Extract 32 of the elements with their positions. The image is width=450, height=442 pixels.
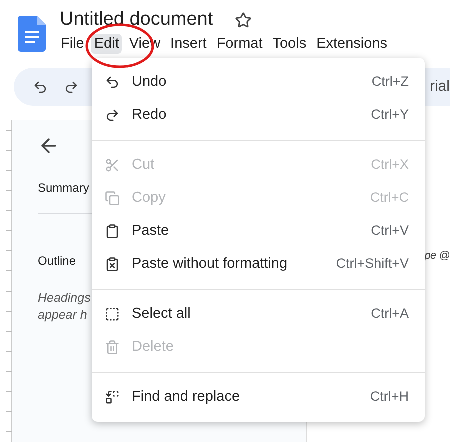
menu-item[interactable]: Select all Ctrl+A	[92, 298, 425, 331]
summary-label: Summary	[38, 180, 90, 197]
outline-label: Outline	[38, 253, 76, 270]
menu-bar-item[interactable]: Extensions	[314, 34, 391, 54]
document-title[interactable]: Untitled document	[60, 7, 214, 33]
menu-bar-item[interactable]: Tools	[270, 34, 310, 54]
undo-icon	[105, 75, 120, 90]
menu-bar-item[interactable]: Insert	[168, 34, 210, 54]
menu-bar-item[interactable]: Edit	[91, 34, 122, 54]
menu-item[interactable]: Paste without formatting Ctrl+Shift+V	[92, 248, 425, 281]
redo-icon[interactable]	[64, 80, 79, 94]
trash-icon	[105, 340, 120, 355]
clipboard-x-icon	[105, 257, 120, 272]
undo-icon[interactable]	[33, 80, 48, 94]
menu-item[interactable]: Paste Ctrl+V	[92, 215, 425, 248]
menu-bar-item[interactable]: Format	[214, 34, 266, 54]
outline-hint: Headings	[38, 290, 91, 307]
redo-icon	[105, 108, 120, 123]
menu-item[interactable]: Find and replace Ctrl+H	[92, 381, 425, 414]
page-text: pe @	[424, 249, 450, 264]
outline-hint: appear h	[38, 307, 88, 324]
menu-bar-item[interactable]: File	[58, 34, 88, 54]
find-replace-icon	[105, 390, 120, 405]
menu-item[interactable]: Redo Ctrl+Y	[92, 99, 425, 132]
star-icon[interactable]	[235, 12, 252, 28]
clipboard-icon	[105, 224, 120, 239]
select-all-icon	[105, 307, 120, 322]
font-selector[interactable]: rial	[430, 76, 450, 98]
scissors-icon	[105, 158, 120, 173]
menu-item[interactable]: Undo Ctrl+Z	[92, 66, 425, 99]
copy-icon	[105, 191, 120, 206]
docs-logo-icon[interactable]	[18, 16, 46, 52]
